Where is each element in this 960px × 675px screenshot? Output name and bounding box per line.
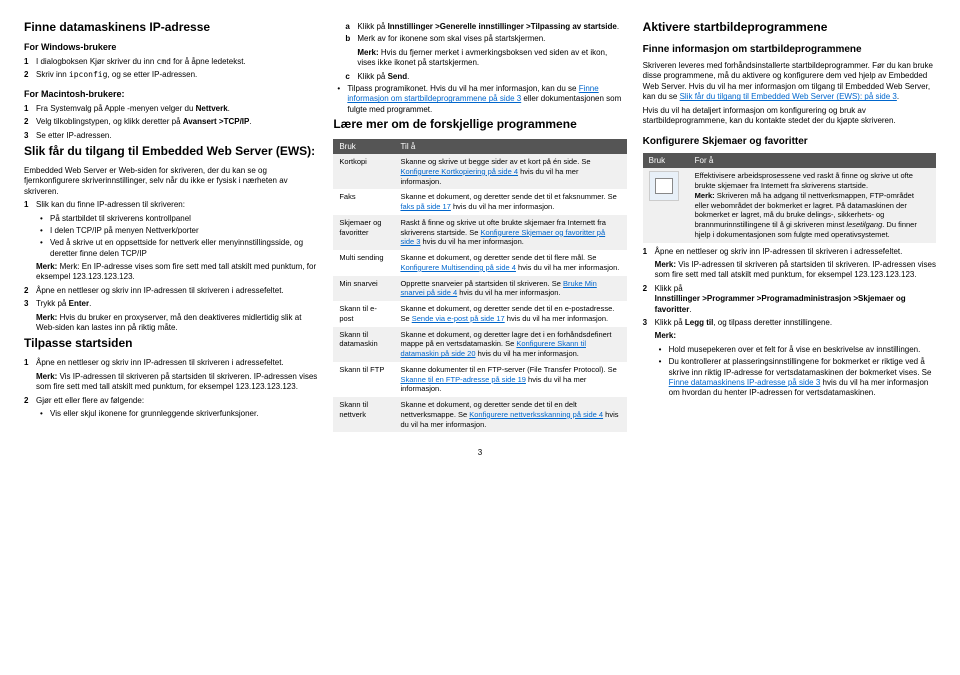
link[interactable]: Konfigurere Kortkopiering på side 4	[400, 167, 518, 176]
bullet: Vis eller skjul ikonene for grunnleggend…	[40, 409, 317, 419]
step: 2Klikk påInnstillinger >Programmer >Prog…	[643, 284, 936, 315]
link[interactable]: Konfigurere Multisending på side 4	[400, 263, 516, 272]
column-2: aKlikk på Innstillinger >Generelle innst…	[333, 20, 626, 436]
bullet: Ved å skrive ut en oppsettside for nettv…	[40, 238, 317, 259]
table-row: Skjemaer og favoritterRaskt å finne og s…	[333, 215, 626, 250]
table-row: Effektivisere arbeidsprosessene ved rask…	[643, 168, 936, 242]
bullet: I delen TCP/IP på menyen Nettverk/porter	[40, 226, 317, 236]
bullet: Tilpass programikonet. Hvis du vil ha me…	[337, 84, 626, 115]
step: 3Trykk på Enter.	[24, 299, 317, 309]
note: Merk: Vis IP-adressen til skriveren på s…	[655, 260, 936, 281]
page-number: 3	[24, 448, 936, 457]
heading-ip: Finne datamaskinens IP-adresse	[24, 20, 317, 34]
step: 1Åpne en nettleser og skriv inn IP-adres…	[643, 247, 936, 257]
heading-programs: Lære mer om de forskjellige programmene	[333, 117, 626, 131]
heading-windows: For Windows-brukere	[24, 42, 317, 52]
note: Merk: Vis IP-adressen til skriveren på s…	[36, 372, 317, 393]
link[interactable]: faks på side 17	[400, 202, 450, 211]
table-row: KortkopiSkanne og skrive ut begge sider …	[333, 154, 626, 189]
step: 2Gjør ett eller flere av følgende:	[24, 396, 317, 406]
link[interactable]: Skanne til en FTP-adresse på side 19	[400, 375, 526, 384]
step: 2Skriv inn ipconfig, og se etter IP-adre…	[24, 70, 317, 80]
heading-tilpasse: Tilpasse startsiden	[24, 336, 317, 350]
step: 2Åpne en nettleser og skriv inn IP-adres…	[24, 286, 317, 296]
table-row: Skann til nettverkSkanne et dokument, og…	[333, 397, 626, 432]
heading-ews: Slik får du tilgang til Embedded Web Ser…	[24, 144, 317, 158]
heading-konfig: Konfigurere Skjemaer og favoritter	[643, 136, 936, 147]
form-icon	[649, 171, 679, 201]
bullet: Hold musepekeren over et felt for å vise…	[659, 345, 936, 355]
note: Merk: Hvis du bruker en proxyserver, må …	[36, 313, 317, 334]
text: Skriveren leveres med forhåndsinstallert…	[643, 61, 936, 103]
th: Bruk	[333, 139, 394, 154]
programs-table: BrukTil å KortkopiSkanne og skrive ut be…	[333, 139, 626, 432]
text: Embedded Web Server er Web-siden for skr…	[24, 166, 317, 197]
link[interactable]: Finne datamaskinens IP-adresse på side 3	[669, 378, 821, 387]
note: Merk: Merk: En IP-adresse vises som fire…	[36, 262, 317, 283]
step: 1Åpne en nettleser og skriv inn IP-adres…	[24, 358, 317, 368]
favorites-table: BrukFor å Effektivisere arbeidsprosessen…	[643, 153, 936, 242]
step: 3Klikk på Legg til, og tilpass deretter …	[643, 318, 936, 328]
link[interactable]: Slik får du tilgang til Embedded Web Ser…	[680, 92, 897, 101]
table-row: Skann til FTPSkanne dokumenter til en FT…	[333, 362, 626, 397]
substep: cKlikk på Send.	[345, 72, 626, 82]
step: 1Fra Systemvalg på Apple -menyen velger …	[24, 104, 317, 114]
step: 1Slik kan du finne IP-adressen til skriv…	[24, 200, 317, 210]
link[interactable]: Sende via e-post på side 17	[412, 314, 505, 323]
table-row: Skann til e-postSkanne et dokument, og d…	[333, 301, 626, 327]
th: Bruk	[643, 153, 689, 168]
bullet: På startbildet til skriverens kontrollpa…	[40, 214, 317, 224]
bullet: Du kontrollerer at plasseringsinnstillin…	[659, 357, 936, 399]
text: Hvis du vil ha detaljert informasjon om …	[643, 106, 936, 127]
column-1: Finne datamaskinens IP-adresse For Windo…	[24, 20, 317, 436]
th: For å	[689, 153, 936, 168]
step: 3Se etter IP-adressen.	[24, 131, 317, 141]
column-3: Aktivere startbildeprogrammene Finne inf…	[643, 20, 936, 436]
table-row: Skann til datamaskinSkanne et dokument, …	[333, 327, 626, 362]
table-row: Min snarveiOpprette snarveier på startsi…	[333, 276, 626, 302]
substep: bMerk av for ikonene som skal vises på s…	[345, 34, 626, 44]
link[interactable]: Konfigurere nettverksskanning på side 4	[469, 410, 603, 419]
th: Til å	[394, 139, 626, 154]
substep: aKlikk på Innstillinger >Generelle innst…	[345, 22, 626, 32]
heading-mac: For Macintosh-brukere:	[24, 89, 317, 99]
step: 2Velg tilkoblingstypen, og klikk derette…	[24, 117, 317, 127]
note-label: Merk:	[655, 331, 936, 341]
note: Merk: Hvis du fjerner merket i avmerking…	[357, 48, 626, 69]
table-row: FaksSkanne et dokument, og deretter send…	[333, 189, 626, 215]
step: 1I dialogboksen Kjør skriver du inn cmd …	[24, 57, 317, 67]
heading-finne-info: Finne informasjon om startbildeprogramme…	[643, 44, 936, 55]
table-row: Multi sendingSkanne et dokument, og dere…	[333, 250, 626, 276]
heading-aktivere: Aktivere startbildeprogrammene	[643, 20, 936, 34]
